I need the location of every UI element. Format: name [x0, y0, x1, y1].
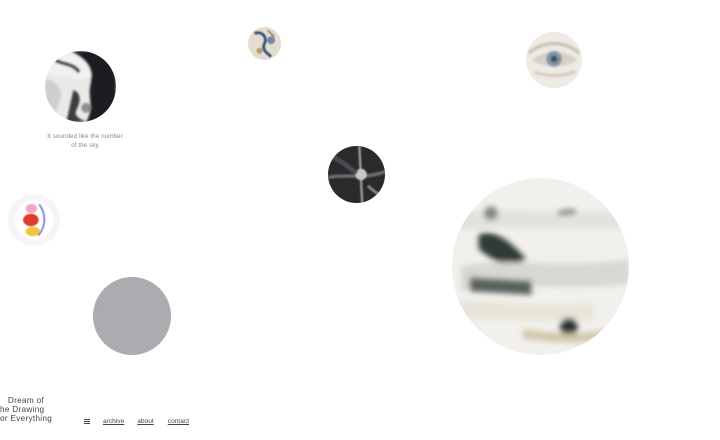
artwork-white-abstract[interactable]	[452, 178, 629, 355]
site-title-line-3: or Everything	[0, 414, 53, 424]
artwork-dark-metal[interactable]	[328, 146, 385, 203]
hamburger-icon[interactable]	[84, 418, 90, 424]
footer-nav: archive about contact	[84, 415, 189, 427]
artwork-red-shapes[interactable]	[8, 194, 60, 246]
ink-wash-image	[45, 51, 116, 122]
eye-image	[526, 32, 582, 88]
site-title-line-1: Dream of	[7, 396, 44, 405]
artwork-caption: It sounded like the number of the sky	[47, 133, 123, 149]
nav-link-archive[interactable]: archive	[103, 418, 124, 425]
nav-link-about[interactable]: about	[137, 418, 154, 425]
artwork-ink-wash[interactable]	[45, 51, 116, 122]
white-abstract-image	[452, 178, 629, 355]
site-title[interactable]: Dream of he Drawing or Everything	[0, 396, 53, 424]
artwork-grey-fur[interactable]	[93, 277, 171, 355]
dark-metal-image	[328, 146, 385, 203]
nav-link-contact[interactable]: contact	[168, 418, 189, 425]
blue-sketch-image	[248, 27, 281, 60]
site-title-line-2: he Drawing	[0, 405, 45, 415]
grey-fur-image	[93, 277, 171, 355]
artwork-eye[interactable]	[526, 32, 582, 88]
red-shapes-image	[8, 194, 60, 246]
artwork-blue-sketch[interactable]	[248, 27, 281, 60]
